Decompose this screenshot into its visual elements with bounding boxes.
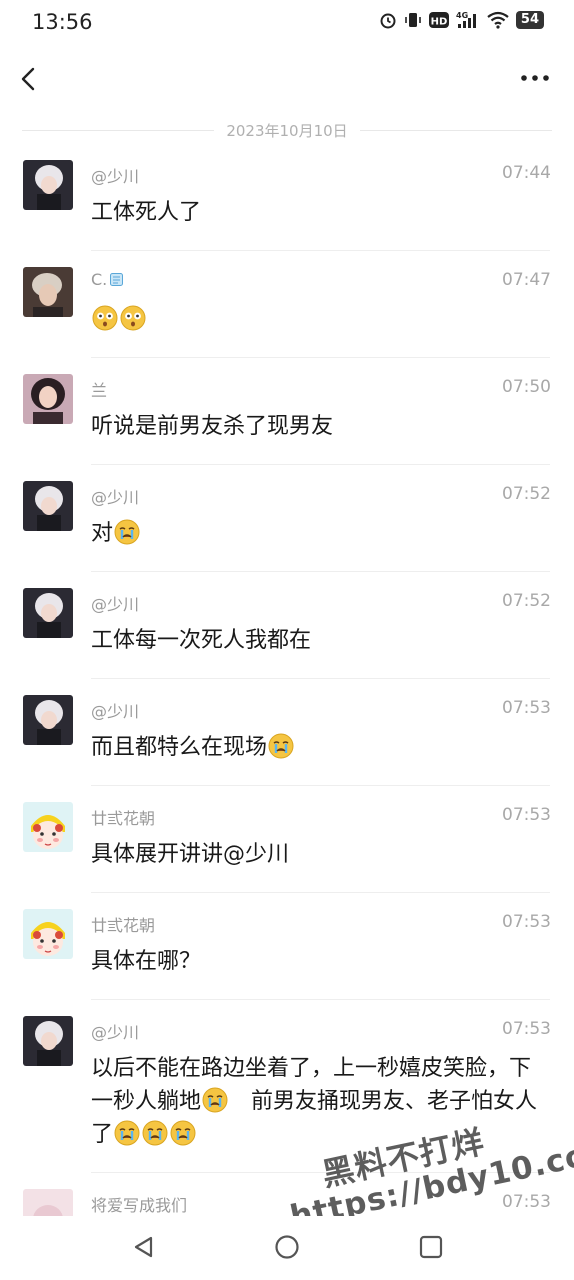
home-circle-icon[interactable]: [272, 1232, 302, 1262]
message-text-segment: 听说是前男友杀了现男友: [91, 414, 334, 439]
message-text: 工体死人了: [91, 196, 550, 229]
message-time: 07:52: [502, 591, 551, 611]
alarm-icon: [379, 11, 397, 29]
sender-name: 廿弎花朝: [91, 809, 156, 828]
avatar[interactable]: [23, 909, 73, 959]
battery-icon: 54: [515, 11, 544, 29]
message-item[interactable]: @少川 07:53 而且都特么在现场: [0, 679, 574, 786]
status-icons: HD 4G 54: [379, 11, 544, 29]
message-time: 07:52: [502, 484, 551, 504]
wifi-icon: [487, 11, 509, 29]
system-nav-bar: [0, 1216, 574, 1280]
date-divider: 2023年10月10日: [22, 118, 553, 142]
crying-emoji-icon: [142, 1120, 168, 1146]
avatar[interactable]: [23, 1016, 73, 1066]
crying-emoji-icon: [268, 733, 294, 759]
message-item[interactable]: 兰 07:50 听说是前男友杀了现男友: [0, 358, 574, 465]
message-text: 以后不能在路边坐着了，上一秒嬉皮笑脸，下一秒人躺地 前男友捅现男友、老子怕女人了: [91, 1052, 550, 1151]
message-time: 07:50: [502, 377, 551, 397]
crying-emoji-icon: [170, 1120, 196, 1146]
avatar[interactable]: [23, 588, 73, 638]
message-text-segment: 具体在哪？: [91, 949, 202, 974]
message-text: 对: [91, 517, 550, 550]
message-time: 07:53: [502, 1019, 551, 1039]
sender-name: @少川: [91, 1023, 140, 1042]
message-text-segment: 而且都特么在现场: [91, 735, 268, 760]
sender-name: C.: [91, 270, 124, 289]
ice-cube-icon: [110, 273, 124, 286]
message-text-segment: 工体死人了: [91, 200, 202, 225]
message-item[interactable]: @少川 07:44 工体死人了: [0, 144, 574, 251]
divider-line-left: [22, 129, 215, 131]
sender-name: @少川: [91, 595, 140, 614]
avatar[interactable]: [23, 374, 73, 424]
svg-text:HD: HD: [431, 17, 448, 28]
message-item[interactable]: @少川 07:52 工体每一次死人我都在: [0, 572, 574, 679]
svg-text:4G: 4G: [456, 11, 468, 20]
status-time: 13:56: [32, 10, 93, 34]
message-text: 听说是前男友杀了现男友: [91, 410, 550, 443]
message-list: @少川 07:44 工体死人了 C. 07:47 兰 07:50 听说是前男友杀…: [0, 144, 574, 1253]
sender-name: @少川: [91, 488, 140, 507]
more-dots-icon[interactable]: [520, 70, 550, 86]
message-text: 具体在哪？: [91, 945, 550, 978]
sender-name: @少川: [91, 167, 140, 186]
message-time: 07:47: [502, 270, 551, 290]
sender-name: @少川: [91, 702, 140, 721]
sender-name-text: C.: [91, 270, 108, 289]
crying-emoji-icon: [114, 1120, 140, 1146]
avatar[interactable]: [23, 160, 73, 210]
sender-name: 廿弎花朝: [91, 916, 156, 935]
divider-line-right: [359, 129, 553, 131]
message-item[interactable]: @少川 07:53 以后不能在路边坐着了，上一秒嬉皮笑脸，下一秒人躺地 前男友捅…: [0, 1000, 574, 1173]
message-item[interactable]: @少川 07:52 对: [0, 465, 574, 572]
message-time: 07:53: [502, 912, 551, 932]
sender-name: 兰: [91, 381, 108, 400]
message-text-segment: 对: [91, 521, 114, 546]
vibrate-icon: [404, 11, 422, 29]
message-text: 工体每一次死人我都在: [91, 624, 550, 657]
message-item[interactable]: 廿弎花朝 07:53 具体展开讲讲@少川: [0, 786, 574, 893]
recents-square-icon[interactable]: [416, 1232, 446, 1262]
message-item[interactable]: 廿弎花朝 07:53 具体在哪？: [0, 893, 574, 1000]
avatar[interactable]: [23, 267, 73, 317]
message-text: 具体展开讲讲@少川: [91, 838, 550, 871]
sender-name: 将爱写成我们: [91, 1196, 188, 1215]
message-time: 07:53: [502, 805, 551, 825]
back-triangle-icon[interactable]: [129, 1232, 159, 1262]
shocked-emoji-icon: [120, 305, 146, 331]
message-text-segment: 具体展开讲讲@少川: [91, 842, 290, 867]
message-text-segment: 工体每一次死人我都在: [91, 628, 312, 653]
status-bar: 13:56 HD 4G 54: [0, 0, 574, 46]
crying-emoji-icon: [114, 519, 140, 545]
message-time: 07:53: [502, 698, 551, 718]
message-item[interactable]: C. 07:47: [0, 251, 574, 358]
message-text: 而且都特么在现场: [91, 731, 550, 764]
message-time: 07:53: [502, 1192, 551, 1212]
hd-icon: HD: [428, 11, 449, 29]
avatar[interactable]: [23, 802, 73, 852]
shocked-emoji-icon: [92, 305, 118, 331]
avatar[interactable]: [23, 481, 73, 531]
date-label: 2023年10月10日: [226, 121, 348, 140]
signal-4g-icon: 4G: [456, 11, 480, 29]
crying-emoji-icon: [202, 1087, 228, 1113]
back-arrow-icon[interactable]: [14, 64, 44, 94]
message-text: [91, 303, 550, 336]
chat-header: [0, 46, 574, 116]
avatar[interactable]: [23, 695, 73, 745]
message-time: 07:44: [502, 163, 551, 183]
